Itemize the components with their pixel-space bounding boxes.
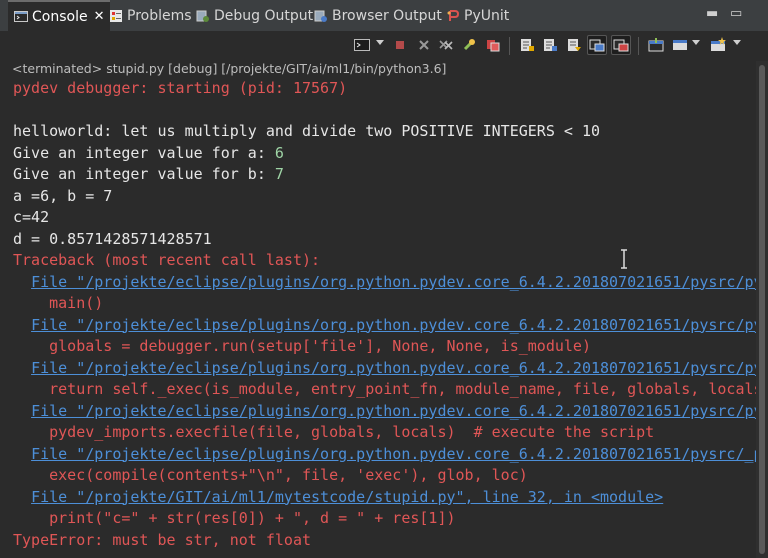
console-error-line: pydev debugger: starting (pid: 17567): [13, 79, 348, 97]
traceback-file-line: File "/projekte/GIT/ai/ml1/mytestcode/st…: [13, 487, 663, 508]
traceback-file-link[interactable]: File "/projekte/eclipse/plugins/org.pyth…: [31, 316, 756, 334]
minimize-icon[interactable]: ▬: [706, 6, 718, 21]
browser-output-icon: [314, 9, 328, 23]
clear-icon[interactable]: [483, 35, 503, 55]
vertical-scrollbar[interactable]: [756, 61, 768, 558]
console-output-line: c=42: [13, 208, 50, 226]
open-console-icon[interactable]: [646, 35, 666, 55]
prompt-text: Give an integer value for a:: [13, 143, 275, 162]
traceback-file-line: File "/projekte/eclipse/plugins/org.pyth…: [13, 315, 756, 336]
traceback-file-link[interactable]: File "/projekte/eclipse/plugins/org.pyth…: [31, 402, 756, 420]
tab-browser-output-label: Browser Output: [332, 7, 442, 24]
terminal-icon[interactable]: [352, 35, 372, 55]
process-status: <terminated> stupid.py [debug] [/projekt…: [12, 61, 447, 76]
maximize-icon[interactable]: ▭: [730, 6, 742, 21]
tab-problems[interactable]: Problems: [109, 0, 192, 31]
chevron-down-icon[interactable]: [692, 40, 700, 45]
chevron-down-icon[interactable]: [376, 40, 384, 45]
console-prompt-line: Give an integer value for a: 6: [13, 143, 284, 164]
console-error-line: main(): [13, 294, 104, 312]
scroll-lock-icon[interactable]: [517, 35, 537, 55]
show-stderr-icon[interactable]: [587, 35, 607, 55]
console-error-line: globals = debugger.run(setup['file'], No…: [13, 337, 591, 355]
pyunit-icon: [446, 9, 460, 23]
console-error-line: TypeError: must be str, not float: [13, 530, 312, 549]
remove-launch-icon[interactable]: [414, 35, 434, 55]
traceback-file-line: File "/projekte/eclipse/plugins/org.pyth…: [13, 272, 756, 293]
tab-pyunit[interactable]: PyUnit: [446, 0, 509, 31]
word-wrap-icon[interactable]: [540, 35, 560, 55]
console-output-line: helloworld: let us multiply and divide t…: [13, 122, 600, 140]
user-input-value: 7: [274, 165, 284, 183]
problems-icon: [109, 9, 123, 23]
pin-icon[interactable]: [459, 35, 479, 55]
text-cursor-icon: [621, 249, 627, 269]
display-stderr-icon[interactable]: [611, 35, 631, 55]
user-input-value: 6: [274, 143, 284, 162]
tab-debug-output-label: Debug Output: [214, 7, 314, 24]
prompt-text: Give an integer value for b:: [13, 165, 275, 183]
traceback-file-line: File "/projekte/eclipse/plugins/org.pyth…: [13, 401, 756, 422]
console-icon: [14, 10, 28, 24]
tab-browser-output[interactable]: Browser Output: [314, 0, 442, 31]
console-error-line: Traceback (most recent call last):: [13, 251, 321, 269]
console-output-line: d = 0.8571428571428571: [13, 229, 212, 248]
toolbar-separator: [509, 37, 510, 55]
console-error-line: return self._exec(is_module, entry_point…: [13, 380, 756, 398]
new-console-icon[interactable]: [708, 35, 728, 55]
tab-problems-label: Problems: [127, 7, 192, 24]
traceback-file-link[interactable]: File "/projekte/eclipse/plugins/org.pyth…: [31, 359, 756, 377]
remove-all-icon[interactable]: [436, 35, 456, 55]
console-error-line: pydev_imports.execfile(file, globals, lo…: [13, 423, 655, 441]
tab-pyunit-label: PyUnit: [464, 7, 510, 24]
console-output-line: a =6, b = 7: [13, 186, 113, 205]
traceback-file-line: File "/projekte/eclipse/plugins/org.pyth…: [13, 358, 756, 379]
console-error-line: print("c=" + str(res[0]) + ", d = " + re…: [13, 509, 456, 527]
display-console-icon[interactable]: [670, 35, 690, 55]
tab-debug-output[interactable]: Debug Output: [196, 0, 313, 31]
close-icon[interactable]: ✕: [94, 9, 105, 24]
debug-output-icon: [196, 9, 210, 23]
console-toolbar: [0, 31, 768, 61]
scrollbar-thumb[interactable]: [759, 65, 765, 554]
console-prompt-line: Give an integer value for b: 7: [13, 164, 284, 185]
view-tab-bar: Console ✕ Problems Debug Output Browser …: [0, 0, 768, 32]
chevron-down-icon[interactable]: [733, 40, 741, 45]
show-stdout-icon[interactable]: [564, 35, 584, 55]
stop-icon[interactable]: [390, 35, 410, 55]
tab-console-label: Console: [32, 8, 88, 25]
traceback-file-link[interactable]: File "/projekte/eclipse/plugins/org.pyth…: [31, 273, 756, 291]
tab-console[interactable]: Console ✕: [8, 0, 111, 31]
console-error-line: exec(compile(contents+"\n", file, 'exec'…: [13, 466, 528, 484]
console-output[interactable]: pydev debugger: starting (pid: 17567) hel…: [0, 78, 756, 558]
traceback-file-link[interactable]: File "/projekte/GIT/ai/ml1/mytestcode/st…: [31, 488, 663, 506]
traceback-file-link[interactable]: File "/projekte/eclipse/plugins/org.pyth…: [31, 445, 756, 463]
traceback-file-line: File "/projekte/eclipse/plugins/org.pyth…: [13, 444, 756, 465]
toolbar-separator: [638, 37, 639, 55]
